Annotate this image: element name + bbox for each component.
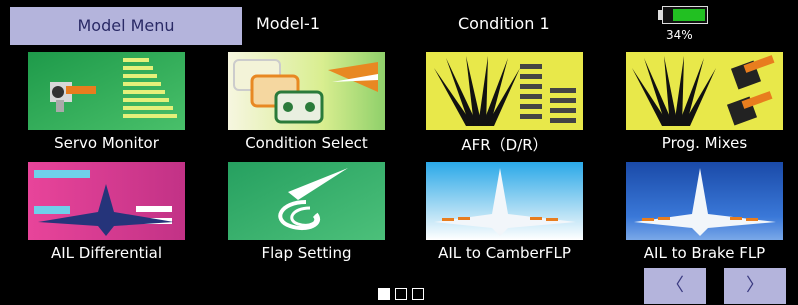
tile-label: Flap Setting [261, 244, 352, 262]
servo-monitor-icon [28, 52, 185, 130]
battery-icon [658, 6, 710, 24]
battery-percent: 34% [666, 28, 693, 42]
prev-page-button[interactable]: 〈 [644, 268, 706, 304]
ail-differential-icon [28, 162, 185, 240]
battery-level-fill [673, 9, 705, 21]
condition-name: Condition 1 [458, 14, 550, 33]
model-menu-tab[interactable]: Model Menu [10, 7, 242, 45]
tile-label: AIL to Brake FLP [643, 244, 766, 262]
tile-label: Servo Monitor [54, 134, 159, 152]
ail-to-camber-flp-icon [426, 162, 583, 240]
ail-to-brake-flp-icon [626, 162, 783, 240]
tile-label: Prog. Mixes [661, 134, 748, 152]
page-dot-1[interactable] [378, 288, 390, 300]
next-page-button[interactable]: 〉 [724, 268, 786, 304]
page-dot-3[interactable] [412, 288, 424, 300]
header-bar: Model Menu Model-1 Condition 1 34% [0, 0, 798, 48]
page-dot-2[interactable] [395, 288, 407, 300]
prog-mixes-icon [626, 52, 783, 130]
tile-label: AFR（D/R） [461, 136, 548, 154]
model-name: Model-1 [256, 14, 320, 33]
tile-label: AIL Differential [50, 244, 163, 262]
tile-label: AIL to CamberFLP [438, 244, 571, 262]
tile-label: Condition Select [245, 134, 368, 152]
flap-setting-icon [228, 162, 385, 240]
afr-icon [426, 52, 583, 130]
condition-select-icon [228, 52, 385, 130]
